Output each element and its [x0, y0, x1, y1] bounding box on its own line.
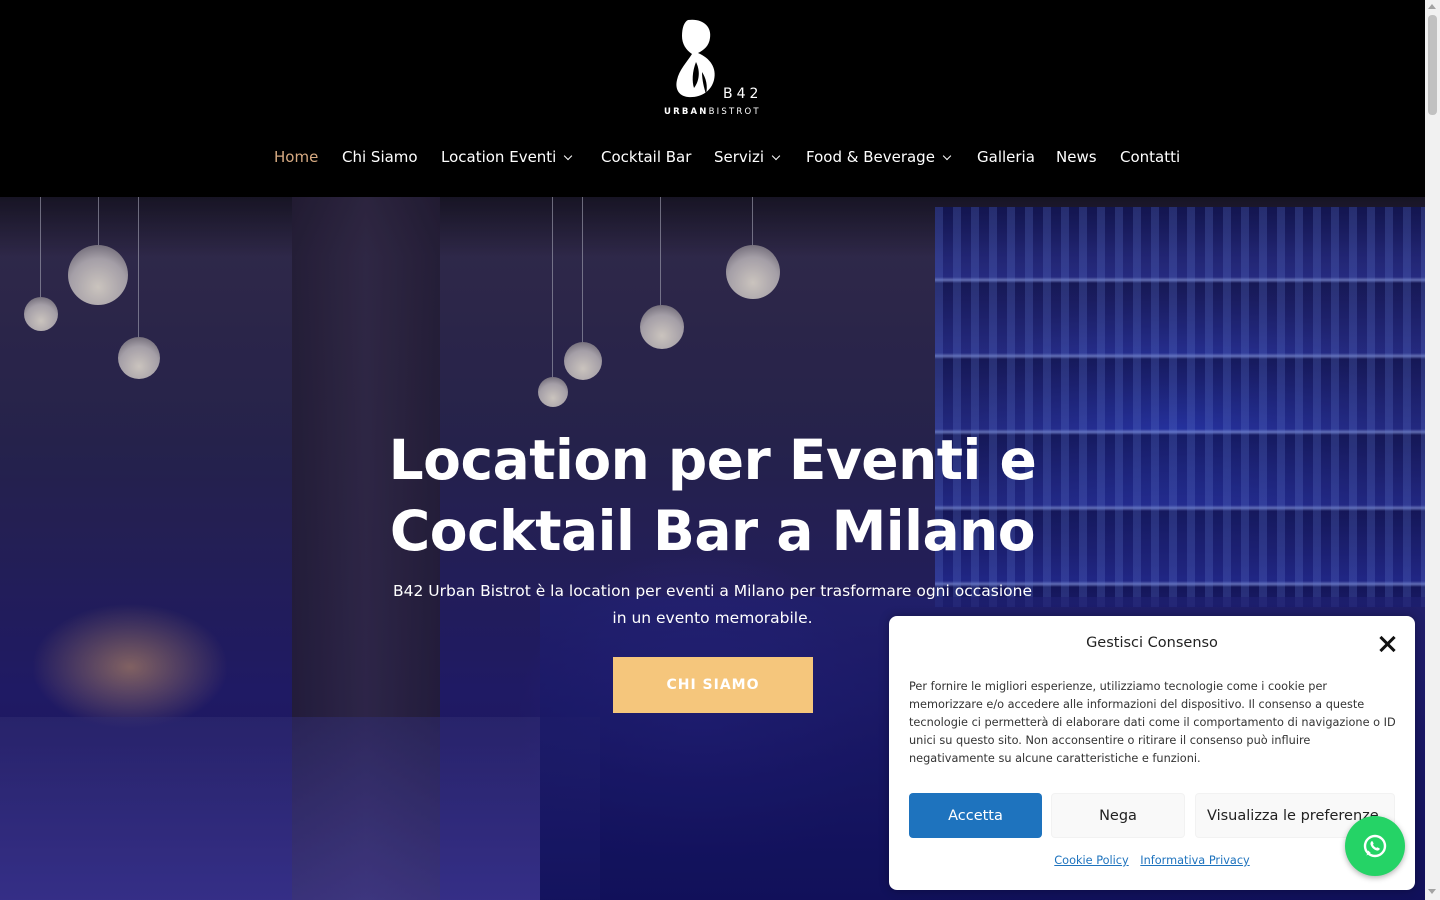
nav-item-news[interactable]: News — [1056, 148, 1097, 166]
chevron-down-icon — [942, 151, 952, 161]
site-header: B42 URBANBISTROT Home Chi Siamo Location… — [0, 0, 1425, 197]
hero-title: Location per Eventi e Cocktail Bar a Mil… — [380, 425, 1045, 567]
hero-subtitle-line1: B42 Urban Bistrot è la location per even… — [393, 582, 1032, 600]
consent-links: Cookie Policy Informativa Privacy — [889, 854, 1415, 867]
logo-b42-text: B42 — [723, 86, 763, 102]
main-nav: Home Chi Siamo Location Eventi Cocktail … — [0, 148, 1425, 172]
site-logo[interactable] — [662, 18, 766, 120]
nav-item-label: Food & Beverage — [806, 148, 935, 166]
hero-title-line1: Location per Eventi e — [388, 428, 1037, 492]
hero-subtitle-line2: in un evento memorabile. — [612, 609, 813, 627]
cookie-consent-dialog: Gestisci Consenso Per fornire le miglior… — [889, 616, 1415, 890]
nav-item-label: Cocktail Bar — [601, 148, 692, 166]
scroll-down-icon[interactable] — [1428, 889, 1436, 894]
cookie-policy-link[interactable]: Cookie Policy — [1054, 854, 1128, 867]
nav-item-cocktail-bar[interactable]: Cocktail Bar — [601, 148, 691, 166]
chevron-down-icon — [564, 151, 573, 161]
consent-title: Gestisci Consenso — [1086, 635, 1218, 651]
chevron-down-icon — [771, 151, 781, 161]
nav-item-label: Contatti — [1120, 148, 1181, 166]
logo-subtitle: URBANBISTROT — [664, 107, 761, 117]
nav-item-chi-siamo[interactable]: Chi Siamo — [342, 148, 418, 166]
nav-item-label: Home — [274, 148, 319, 166]
whatsapp-button[interactable] — [1345, 816, 1405, 876]
nav-item-label: News — [1056, 148, 1097, 166]
deny-button[interactable]: Nega — [1051, 793, 1185, 838]
whatsapp-icon — [1363, 834, 1387, 858]
hero-title-line2: Cocktail Bar a Milano — [389, 499, 1036, 563]
nav-item-label: Galleria — [977, 148, 1035, 166]
nav-item-label: Location Eventi — [441, 148, 557, 166]
page-scrollbar[interactable] — [1425, 0, 1440, 900]
accept-button[interactable]: Accetta — [909, 793, 1042, 838]
nav-item-location-eventi[interactable]: Location Eventi — [441, 148, 573, 166]
nav-item-label: Servizi — [714, 148, 765, 166]
chi-siamo-button[interactable]: CHI SIAMO — [613, 657, 813, 713]
logo-mark-icon — [676, 19, 715, 98]
scroll-up-icon[interactable] — [1428, 4, 1436, 9]
nav-item-food-beverage[interactable]: Food & Beverage — [806, 148, 952, 166]
close-icon[interactable] — [1376, 633, 1398, 655]
scroll-thumb[interactable] — [1428, 15, 1437, 115]
consent-text: Per fornire le migliori esperienze, util… — [909, 680, 1396, 765]
nav-item-servizi[interactable]: Servizi — [714, 148, 781, 166]
nav-item-galleria[interactable]: Galleria — [977, 148, 1035, 166]
nav-item-home[interactable]: Home — [274, 148, 318, 166]
logo-sub-urban: URBAN — [664, 107, 709, 117]
logo-sub-bistrot: BISTROT — [708, 107, 761, 117]
nav-item-label: Chi Siamo — [342, 148, 418, 166]
privacy-policy-link[interactable]: Informativa Privacy — [1140, 854, 1249, 867]
nav-item-contatti[interactable]: Contatti — [1120, 148, 1180, 166]
